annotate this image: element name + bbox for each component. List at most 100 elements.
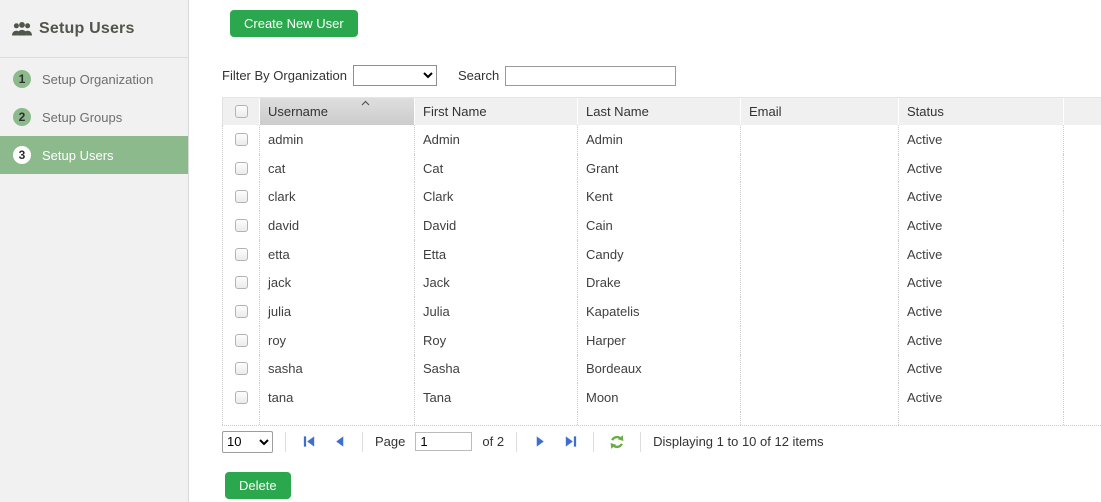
table-cell-last_name: Candy xyxy=(578,240,741,269)
first-page-icon[interactable] xyxy=(301,434,317,450)
spacer-cell xyxy=(578,412,741,425)
table-row[interactable]: clarkClarkKentActive xyxy=(223,182,1101,211)
refresh-icon[interactable] xyxy=(609,434,625,450)
row-checkbox[interactable] xyxy=(235,362,248,375)
search-input[interactable] xyxy=(505,66,676,86)
page-label: Page xyxy=(375,434,405,449)
page-number-input[interactable] xyxy=(415,432,472,451)
users-group-icon xyxy=(12,20,32,42)
sidebar-item-setup-organization[interactable]: 1 Setup Organization xyxy=(0,60,188,98)
row-checkbox-cell xyxy=(223,182,260,211)
row-checkbox-cell xyxy=(223,383,260,412)
table-row[interactable]: davidDavidCainActive xyxy=(223,211,1101,240)
pager-divider xyxy=(593,432,594,452)
page-size-select[interactable]: 10 xyxy=(222,431,273,453)
table-cell-extra xyxy=(1064,355,1101,384)
table-row[interactable]: catCatGrantActive xyxy=(223,154,1101,183)
table-cell-last_name: Grant xyxy=(578,154,741,183)
row-checkbox[interactable] xyxy=(235,248,248,261)
select-all-checkbox[interactable] xyxy=(235,105,248,118)
table-cell-last_name: Kapatelis xyxy=(578,297,741,326)
row-checkbox[interactable] xyxy=(235,219,248,232)
sidebar-item-label: Setup Organization xyxy=(42,72,153,87)
row-checkbox[interactable] xyxy=(235,334,248,347)
sidebar-item-label: Setup Users xyxy=(42,148,114,163)
table-row[interactable]: ettaEttaCandyActive xyxy=(223,240,1101,269)
row-checkbox-cell xyxy=(223,355,260,384)
table-row[interactable]: adminAdminAdminActive xyxy=(223,125,1101,154)
column-header-label: Last Name xyxy=(586,104,649,119)
row-checkbox-cell xyxy=(223,326,260,355)
column-header-label: First Name xyxy=(423,104,487,119)
row-checkbox[interactable] xyxy=(235,162,248,175)
column-header-last_name[interactable]: Last Name xyxy=(578,98,741,125)
sidebar-title: Setup Users xyxy=(39,20,135,38)
table-cell-username: cat xyxy=(260,154,415,183)
table-cell-status: Active xyxy=(899,326,1064,355)
table-cell-first_name: Etta xyxy=(415,240,578,269)
pager-divider xyxy=(516,432,517,452)
table-cell-username: jack xyxy=(260,268,415,297)
step-number-badge: 3 xyxy=(13,146,31,164)
column-header-label: Email xyxy=(749,104,782,119)
table-row[interactable]: jackJackDrakeActive xyxy=(223,268,1101,297)
table-cell-email xyxy=(741,383,899,412)
table-cell-first_name: Admin xyxy=(415,125,578,154)
column-header-email[interactable]: Email xyxy=(741,98,899,125)
delete-button[interactable]: Delete xyxy=(225,472,291,499)
column-header-status[interactable]: Status xyxy=(899,98,1064,125)
table-cell-last_name: Bordeaux xyxy=(578,355,741,384)
table-row[interactable]: juliaJuliaKapatelisActive xyxy=(223,297,1101,326)
table-cell-status: Active xyxy=(899,268,1064,297)
table-cell-last_name: Kent xyxy=(578,182,741,211)
sidebar-header: Setup Users xyxy=(0,0,188,58)
users-grid-body: adminAdminAdminActivecatCatGrantActivecl… xyxy=(222,125,1101,425)
column-header-username[interactable]: Username xyxy=(260,98,415,125)
table-cell-last_name: Harper xyxy=(578,326,741,355)
table-row[interactable]: royRoyHarperActive xyxy=(223,326,1101,355)
table-cell-first_name: Julia xyxy=(415,297,578,326)
row-checkbox[interactable] xyxy=(235,391,248,404)
step-number-badge: 1 xyxy=(13,70,31,88)
table-cell-first_name: Clark xyxy=(415,182,578,211)
column-header-first_name[interactable]: First Name xyxy=(415,98,578,125)
row-checkbox-cell xyxy=(223,268,260,297)
next-page-icon[interactable] xyxy=(532,434,548,450)
table-cell-username: david xyxy=(260,211,415,240)
table-cell-first_name: Tana xyxy=(415,383,578,412)
sidebar-item-setup-groups[interactable]: 2 Setup Groups xyxy=(0,98,188,136)
spacer-cell xyxy=(741,412,899,425)
row-checkbox-cell xyxy=(223,211,260,240)
row-checkbox[interactable] xyxy=(235,305,248,318)
table-cell-extra xyxy=(1064,125,1101,154)
filter-by-organization-label: Filter By Organization xyxy=(222,68,347,83)
spacer-cell xyxy=(223,412,260,425)
organization-filter-select[interactable] xyxy=(353,65,437,86)
table-cell-status: Active xyxy=(899,297,1064,326)
table-row[interactable]: sashaSashaBordeauxActive xyxy=(223,355,1101,384)
main-content: Create New User Filter By Organization S… xyxy=(189,0,1101,502)
search-label: Search xyxy=(458,68,499,83)
last-page-icon[interactable] xyxy=(562,434,578,450)
row-checkbox[interactable] xyxy=(235,190,248,203)
table-cell-email xyxy=(741,326,899,355)
select-all-header-cell xyxy=(223,98,260,125)
table-cell-first_name: Cat xyxy=(415,154,578,183)
table-cell-last_name: Admin xyxy=(578,125,741,154)
row-checkbox[interactable] xyxy=(235,133,248,146)
create-new-user-button[interactable]: Create New User xyxy=(230,10,358,37)
table-cell-username: etta xyxy=(260,240,415,269)
prev-page-icon[interactable] xyxy=(331,434,347,450)
row-checkbox-cell xyxy=(223,154,260,183)
setup-sidebar: Setup Users 1 Setup Organization 2 Setup… xyxy=(0,0,189,502)
table-cell-status: Active xyxy=(899,383,1064,412)
row-checkbox[interactable] xyxy=(235,276,248,289)
table-cell-extra xyxy=(1064,154,1101,183)
table-cell-first_name: Sasha xyxy=(415,355,578,384)
table-cell-email xyxy=(741,211,899,240)
table-cell-extra xyxy=(1064,240,1101,269)
table-row[interactable]: tanaTanaMoonActive xyxy=(223,383,1101,412)
column-header-extra xyxy=(1064,98,1101,125)
sidebar-item-setup-users[interactable]: 3 Setup Users xyxy=(0,136,188,174)
table-cell-status: Active xyxy=(899,355,1064,384)
